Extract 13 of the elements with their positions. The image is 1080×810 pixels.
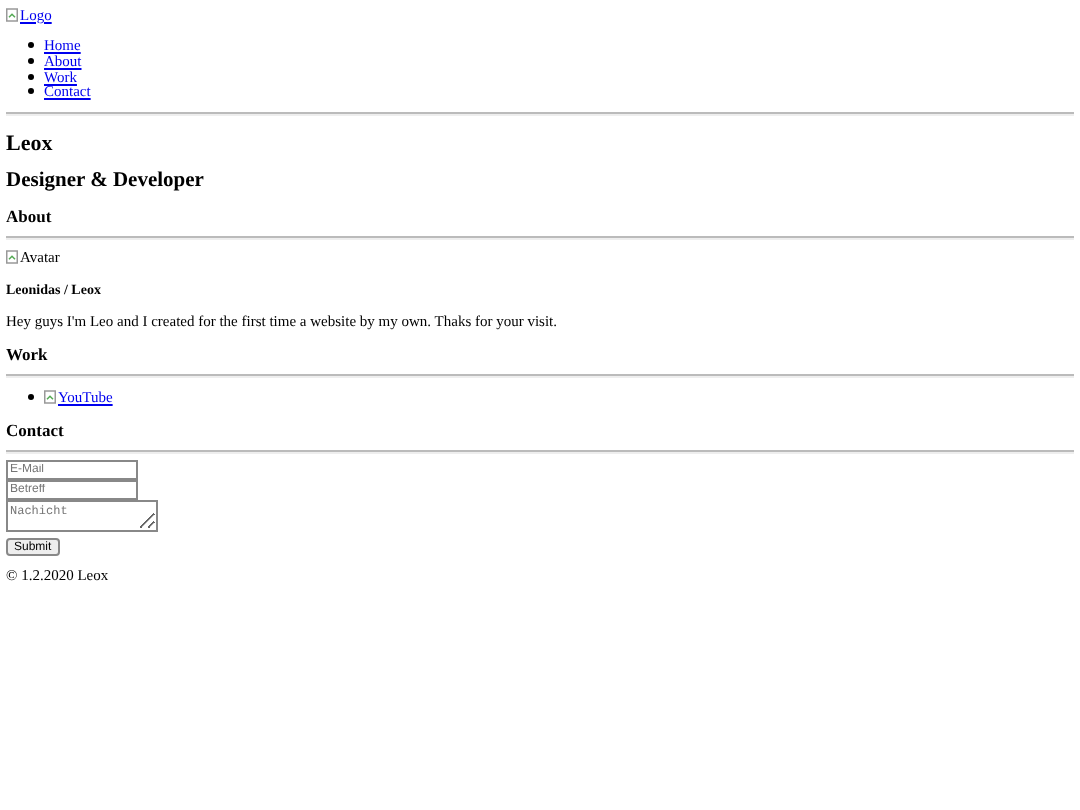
section-heading: About	[6, 205, 54, 226]
broken-image-icon	[6, 249, 18, 264]
section-heading: Contact	[6, 420, 66, 441]
broken-image-icon	[44, 390, 56, 405]
bullet-icon	[28, 73, 34, 80]
bullet-icon	[28, 88, 34, 95]
bullet-icon	[28, 58, 34, 65]
broken-image-icon	[6, 8, 18, 22]
bullet-icon	[28, 42, 34, 49]
section-heading: Work	[6, 343, 50, 364]
site-title: Leox	[6, 131, 55, 156]
site-subtitle: Designer & Developer	[6, 169, 206, 192]
bullet-icon	[28, 394, 34, 401]
